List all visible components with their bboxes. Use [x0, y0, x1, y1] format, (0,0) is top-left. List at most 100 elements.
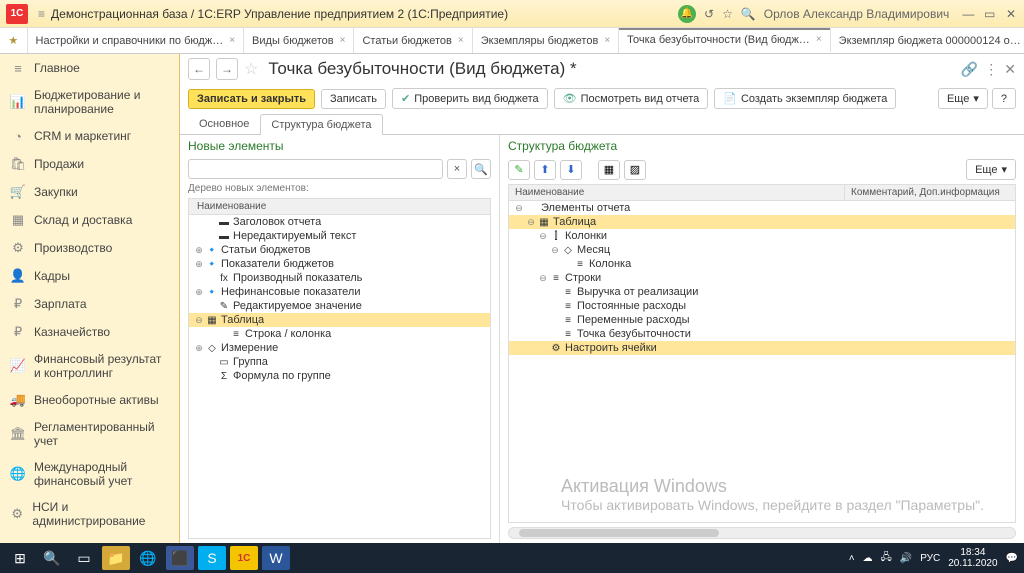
expand-icon[interactable]: ⊖ [513, 203, 525, 214]
tree-row[interactable]: ≡Строка / колонка [189, 327, 490, 341]
chrome-icon[interactable]: 🌐 [134, 546, 162, 570]
tree-row[interactable]: ⊖◇Месяц [509, 243, 1015, 257]
expand-icon[interactable]: ⊖ [549, 245, 561, 256]
expand-icon[interactable]: ⊕ [193, 287, 205, 298]
tree-row[interactable]: ⊖Элементы отчета [509, 201, 1015, 215]
search-task-icon[interactable]: 🔍 [38, 546, 66, 570]
tree-row[interactable]: ⊕🔹Статьи бюджетов [189, 243, 490, 257]
sidebar-item[interactable]: 📈Финансовый результат и контроллинг [0, 346, 179, 386]
1c-icon[interactable]: 1С [230, 546, 258, 570]
tree-row[interactable]: ⊖⫿Колонки [509, 229, 1015, 243]
expand-icon[interactable]: ⊕ [193, 343, 205, 354]
tree-row[interactable]: ▬Нередактируемый текст [189, 229, 490, 243]
save-button[interactable]: Записать [321, 89, 386, 109]
bell-icon[interactable]: 🔔 [678, 5, 696, 23]
tool1-button[interactable]: ▦ [598, 160, 620, 180]
tree-row[interactable]: ▬Заголовок отчета [189, 215, 490, 229]
tab-close-icon[interactable]: × [229, 35, 235, 46]
help-button[interactable]: ? [992, 88, 1016, 109]
tray-sound-icon[interactable]: 🔊 [900, 553, 912, 564]
forward-button[interactable]: → [216, 58, 238, 80]
tray-chevron-icon[interactable]: ˄ [849, 553, 855, 564]
home-tab[interactable]: ★ [0, 28, 28, 53]
minimize-icon[interactable]: — [961, 7, 975, 21]
h-scrollbar[interactable] [508, 527, 1016, 539]
sidebar-item[interactable]: 🚚Внеоборотные активы [0, 386, 179, 414]
tab[interactable]: Экземпляр бюджета 000000124 о…× [831, 28, 1024, 53]
tree-row[interactable]: ≡Выручка от реализации [509, 285, 1015, 299]
explorer-icon[interactable]: 📁 [102, 546, 130, 570]
more-button[interactable]: Еще ▾ [938, 88, 988, 109]
sidebar-item[interactable]: 🏛Регламентированный учет [0, 414, 179, 454]
sidebar-item[interactable]: 🌐Международный финансовый учет [0, 454, 179, 494]
tab-close-icon[interactable]: × [604, 35, 610, 46]
tree-row[interactable]: ⊖≡Строки [509, 271, 1015, 285]
tray-lang[interactable]: РУС [920, 553, 940, 564]
expand-icon[interactable]: ⊖ [537, 231, 549, 242]
taskview-icon[interactable]: ▭ [70, 546, 98, 570]
sidebar-item[interactable]: 👤Кадры [0, 262, 179, 290]
right-tree[interactable]: ⊖Элементы отчета⊖▦Таблица⊖⫿Колонки⊖◇Меся… [508, 201, 1016, 523]
create-button[interactable]: 📄Создать экземпляр бюджета [714, 88, 896, 109]
sidebar-item[interactable]: ₽Зарплата [0, 290, 179, 318]
tree-row[interactable]: ≡Точка безубыточности [509, 327, 1015, 341]
sidebar-item[interactable]: ▦Склад и доставка [0, 206, 179, 234]
back-button[interactable]: ← [188, 58, 210, 80]
check-button[interactable]: ✔Проверить вид бюджета [392, 88, 548, 109]
view-button[interactable]: 👁Посмотреть вид отчета [554, 88, 709, 109]
tree-row[interactable]: ⊖▦Таблица [189, 313, 490, 327]
tab-close-icon[interactable]: × [816, 34, 822, 45]
edit-button[interactable]: ✎ [508, 160, 530, 180]
word-icon[interactable]: W [262, 546, 290, 570]
right-more-button[interactable]: Еще ▾ [966, 159, 1016, 180]
sidebar-item[interactable]: 🛍Продажи [0, 150, 179, 178]
burger-icon[interactable]: ≡ [38, 7, 45, 21]
link-icon[interactable]: 🔗 [961, 61, 978, 78]
sidebar-item[interactable]: 📊Бюджетирование и планирование [0, 82, 179, 122]
tree-row[interactable]: ≡Колонка [509, 257, 1015, 271]
favorite-icon[interactable]: ☆ [244, 59, 258, 79]
sidebar-item[interactable]: ⚙НСИ и администрирование [0, 494, 179, 534]
tree-row[interactable]: ✎Редактируемое значение [189, 299, 490, 313]
save-close-button[interactable]: Записать и закрыть [188, 89, 315, 109]
tree-row[interactable]: ≡Постоянные расходы [509, 299, 1015, 313]
clear-search-button[interactable]: × [447, 159, 467, 179]
sidebar-item[interactable]: ⚙Производство [0, 234, 179, 262]
search-input[interactable] [188, 159, 443, 179]
sidebar-item[interactable]: ≡Главное [0, 54, 179, 82]
skype-icon[interactable]: S [198, 546, 226, 570]
tree-row[interactable]: ⊕◇Измерение [189, 341, 490, 355]
expand-icon[interactable]: ⊖ [525, 217, 537, 228]
subtab-main[interactable]: Основное [188, 113, 260, 134]
tab[interactable]: Виды бюджетов× [244, 28, 354, 53]
history-icon[interactable]: ↺ [704, 7, 714, 21]
more-icon[interactable]: ⋮ [984, 61, 998, 78]
tray-network-icon[interactable]: 🖧 [881, 550, 892, 567]
start-button[interactable]: ⊞ [6, 546, 34, 570]
tab-close-icon[interactable]: × [458, 35, 464, 46]
tab[interactable]: Экземпляры бюджетов× [473, 28, 619, 53]
tab[interactable]: Статьи бюджетов× [354, 28, 472, 53]
notification-icon[interactable]: 💬 [1006, 553, 1018, 564]
close-icon[interactable]: ✕ [1004, 7, 1018, 21]
tool2-button[interactable]: ▨ [624, 160, 646, 180]
expand-icon[interactable]: ⊕ [193, 245, 205, 256]
expand-icon[interactable]: ⊖ [537, 273, 549, 284]
search-icon[interactable]: 🔍 [741, 7, 756, 21]
sidebar-item[interactable]: 🛒Закупки [0, 178, 179, 206]
tab-close-icon[interactable]: × [340, 35, 346, 46]
restore-icon[interactable]: ▭ [983, 7, 997, 21]
tree-row[interactable]: ⊖▦Таблица [509, 215, 1015, 229]
close-form-icon[interactable]: ✕ [1004, 61, 1016, 78]
move-down-button[interactable]: ⬇ [560, 160, 582, 180]
left-tree[interactable]: ▬Заголовок отчета▬Нередактируемый текст⊕… [188, 215, 491, 539]
tree-row[interactable]: ΣФормула по группе [189, 369, 490, 383]
tree-row[interactable]: ⚙Настроить ячейки [509, 341, 1015, 355]
tab[interactable]: Точка безубыточности (Вид бюдж…× [619, 28, 831, 53]
user-name[interactable]: Орлов Александр Владимирович [764, 7, 950, 21]
clock[interactable]: 18:34 20.11.2020 [948, 547, 997, 569]
subtab-structure[interactable]: Структура бюджета [260, 114, 382, 135]
tray-cloud-icon[interactable]: ☁ [863, 553, 873, 564]
tree-row[interactable]: ⊕🔹Нефинансовые показатели [189, 285, 490, 299]
sidebar-item[interactable]: ◔CRM и маркетинг [0, 122, 179, 150]
